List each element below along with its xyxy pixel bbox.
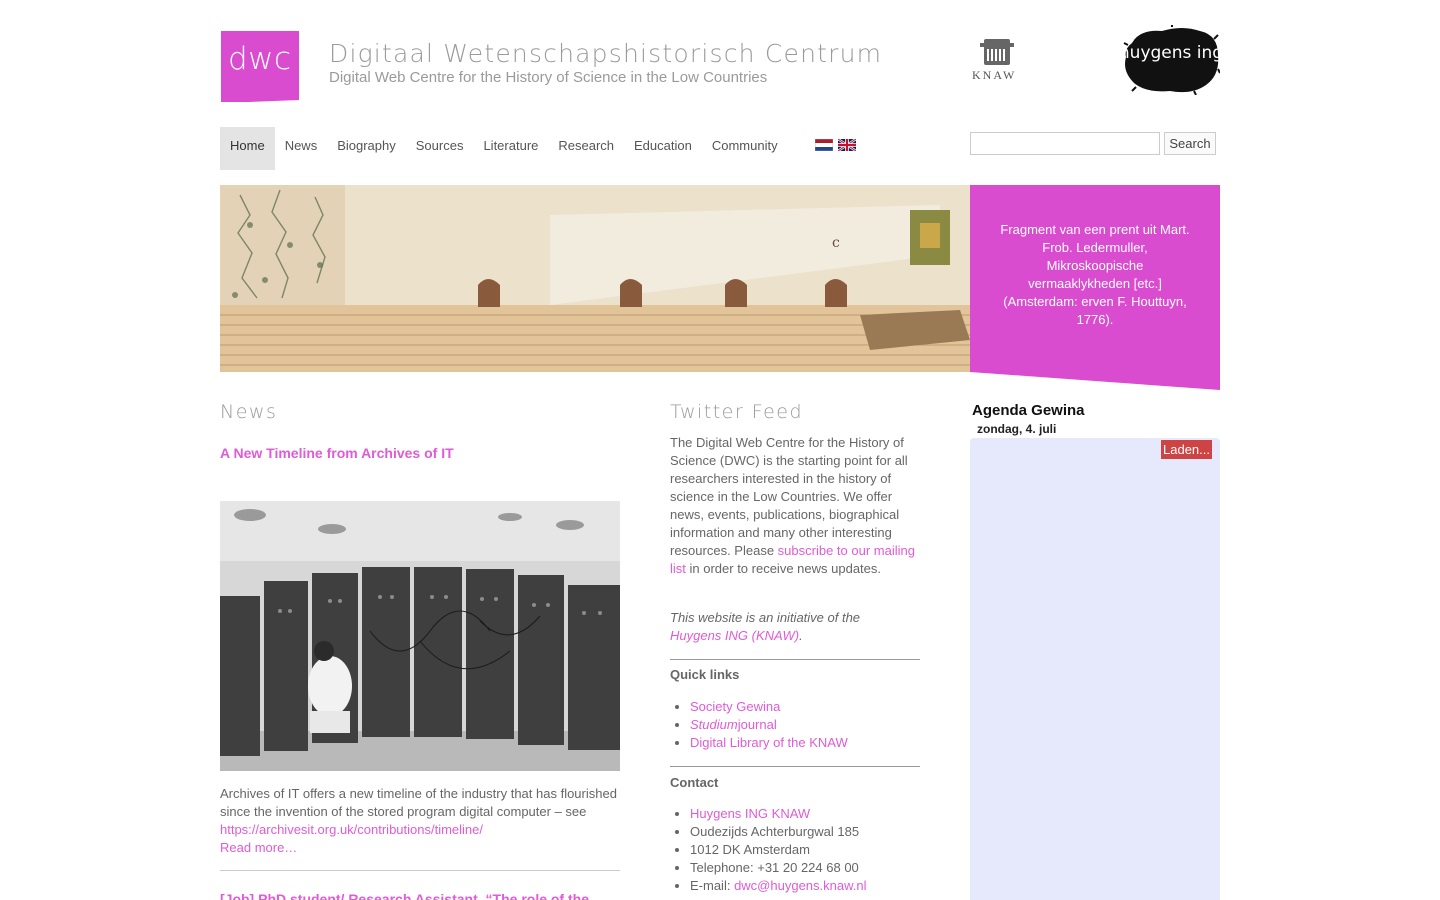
email-label: E-mail: xyxy=(690,878,735,893)
divider xyxy=(670,766,920,767)
news-body-link[interactable]: https://archivesit.org.uk/contributions/… xyxy=(220,822,483,837)
banner-image: c xyxy=(220,185,970,372)
news-photo[interactable] xyxy=(220,501,620,771)
news-title-link[interactable]: A New Timeline from Archives of IT xyxy=(220,445,454,461)
initiative-body: This website is an initiative of the xyxy=(670,610,861,625)
loading-badge: Laden... xyxy=(1161,440,1212,459)
news-divider xyxy=(220,870,620,871)
list-item: E-mail: dwc@huygens.knaw.nl xyxy=(690,877,867,895)
knaw-label: KNAW xyxy=(972,68,1017,82)
search-input[interactable] xyxy=(970,132,1160,155)
intro-end: in order to receive news updates. xyxy=(685,561,882,576)
studium-label: Studium xyxy=(690,717,738,732)
email-link[interactable]: dwc@huygens.knaw.nl xyxy=(734,878,866,893)
read-more-link[interactable]: Read more… xyxy=(220,840,297,855)
main-nav: Home News Biography Sources Literature R… xyxy=(220,127,788,170)
search-button[interactable]: Search xyxy=(1164,132,1216,155)
huygens-logo-text: huygens ing xyxy=(1122,43,1220,63)
banner-caption: Fragment van een prent uit Mart. Frob. L… xyxy=(1000,222,1190,327)
list-item: Society Gewina xyxy=(690,698,848,716)
nav-news[interactable]: News xyxy=(275,127,328,170)
list-item: 1012 DK Amsterdam xyxy=(690,841,867,859)
quick-links-list: Society Gewina Studiumjournal Digital Li… xyxy=(690,698,848,752)
society-gewina-link[interactable]: Society Gewina xyxy=(690,699,780,714)
computer-room-photo xyxy=(220,501,620,771)
huygens-ing-logo[interactable]: huygens ing xyxy=(1122,25,1220,95)
list-item: Digital Library of the KNAW xyxy=(690,734,848,752)
list-item: Huygens ING KNAW xyxy=(690,805,867,823)
list-item: Oudezijds Achterburgwal 185 xyxy=(690,823,867,841)
initiative-end: . xyxy=(799,628,803,643)
news-heading: News xyxy=(220,401,278,423)
digital-library-link[interactable]: Digital Library of the KNAW xyxy=(690,735,848,750)
huygens-contact-link[interactable]: Huygens ING KNAW xyxy=(690,806,810,821)
language-flags xyxy=(815,139,856,151)
journal-label: journal xyxy=(737,717,777,732)
agenda-date: zondag, 4. juli xyxy=(977,422,1057,436)
initiative-text: This website is an initiative of the Huy… xyxy=(670,609,920,645)
dwc-logo[interactable]: dwc xyxy=(221,31,299,103)
intro-body: The Digital Web Centre for the History o… xyxy=(670,435,908,558)
svg-text:c: c xyxy=(832,235,840,251)
nav-community[interactable]: Community xyxy=(702,127,788,170)
site-title: Digitaal Wetenschapshistorisch Centrum xyxy=(329,39,883,68)
banner-engraving: c xyxy=(220,185,970,372)
list-item: Telephone: +31 20 224 68 00 xyxy=(690,859,867,877)
next-news-title-link[interactable]: [Job] PhD student/ Research Assistant, “… xyxy=(220,891,589,900)
nav-education[interactable]: Education xyxy=(624,127,702,170)
huygens-initiative-link[interactable]: Huygens ING (KNAW) xyxy=(670,628,799,643)
news-body: Archives of IT offers a new timeline of … xyxy=(220,785,620,857)
twitter-feed-heading: Twitter Feed xyxy=(670,401,804,423)
contact-heading: Contact xyxy=(670,775,719,790)
dutch-flag-icon[interactable] xyxy=(815,139,833,151)
english-flag-icon[interactable] xyxy=(838,139,856,151)
list-item: Studiumjournal xyxy=(690,716,848,734)
logo-text: dwc xyxy=(228,41,292,77)
agenda-calendar-panel[interactable] xyxy=(970,438,1220,900)
nav-literature[interactable]: Literature xyxy=(473,127,548,170)
nav-home[interactable]: Home xyxy=(220,127,275,170)
banner-caption-box: Fragment van een prent uit Mart. Frob. L… xyxy=(970,185,1220,390)
nav-biography[interactable]: Biography xyxy=(327,127,406,170)
nav-sources[interactable]: Sources xyxy=(406,127,474,170)
contact-list: Huygens ING KNAW Oudezijds Achterburgwal… xyxy=(690,805,867,895)
studium-journal-link[interactable]: Studiumjournal xyxy=(690,717,777,732)
nav-research[interactable]: Research xyxy=(548,127,624,170)
quick-links-heading: Quick links xyxy=(670,667,740,682)
site-subtitle: Digital Web Centre for the History of Sc… xyxy=(329,69,768,86)
news-body-text: Archives of IT offers a new timeline of … xyxy=(220,786,617,819)
intro-text: The Digital Web Centre for the History o… xyxy=(670,434,918,578)
agenda-title: Agenda Gewina xyxy=(972,402,1085,419)
divider xyxy=(670,659,920,660)
